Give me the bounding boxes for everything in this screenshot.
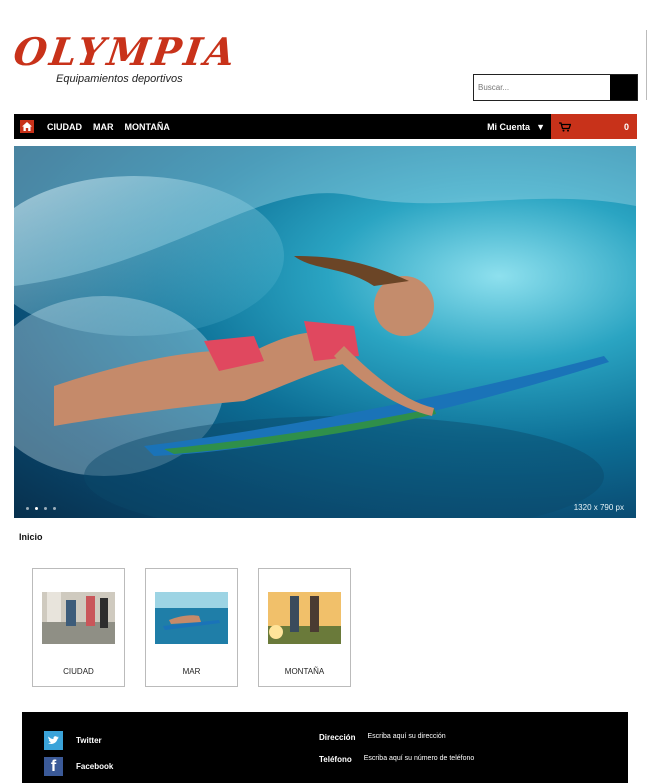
image-dimensions-label: 1320 x 790 px xyxy=(573,503,624,512)
cart-count: 0 xyxy=(623,121,629,132)
social-label-twitter: Twitter xyxy=(76,736,102,745)
home-icon xyxy=(20,120,34,133)
address-label: Dirección xyxy=(319,733,356,742)
category-image-ciudad xyxy=(42,592,115,644)
category-card-montana[interactable]: MONTAÑA xyxy=(258,568,351,687)
slider-dots xyxy=(26,507,56,510)
category-label: CIUDAD xyxy=(63,667,94,676)
twitter-icon xyxy=(44,731,63,750)
category-label: MONTAÑA xyxy=(284,667,325,676)
logo-tagline: Equipamientos deportivos xyxy=(56,73,183,85)
divider-line xyxy=(646,30,647,100)
category-card-mar[interactable]: MAR xyxy=(145,568,238,687)
footer-phone: Teléfono Escriba aquí su número de teléf… xyxy=(319,755,474,764)
logo-text: OLYMPIA xyxy=(10,29,241,74)
hero-slider[interactable]: 1320 x 790 px xyxy=(14,146,636,518)
social-link-facebook[interactable]: f Facebook xyxy=(44,757,113,776)
breadcrumb[interactable]: Inicio xyxy=(19,532,43,542)
nav-item-ciudad[interactable]: CIUDAD xyxy=(47,122,82,132)
search-box xyxy=(473,74,638,101)
social-label-facebook: Facebook xyxy=(76,762,114,771)
nav-item-montana[interactable]: MONTAÑA xyxy=(125,122,170,132)
search-button[interactable] xyxy=(610,75,637,100)
cart-icon xyxy=(559,121,571,132)
search-input[interactable] xyxy=(474,75,610,100)
account-menu[interactable]: Mi Cuenta ▼ xyxy=(487,122,545,132)
chevron-down-icon: ▼ xyxy=(536,121,545,132)
slider-dot[interactable] xyxy=(26,507,29,510)
slider-dot[interactable] xyxy=(53,507,56,510)
cart-button[interactable]: 0 xyxy=(551,114,637,139)
slider-dot[interactable] xyxy=(35,507,38,510)
main-nav: CIUDAD MAR MONTAÑA Mi Cuenta ▼ 0 xyxy=(14,114,637,139)
home-button[interactable] xyxy=(14,114,40,139)
footer-address: Dirección Escriba aquí su dirección xyxy=(319,733,446,742)
logo[interactable]: OLYMPIA Equipamientos deportivos xyxy=(11,29,241,90)
nav-item-mar[interactable]: MAR xyxy=(93,122,114,132)
phone-value: Escriba aquí su número de teléfono xyxy=(363,755,475,762)
category-card-ciudad[interactable]: CIUDAD xyxy=(32,568,125,687)
category-label: MAR xyxy=(182,667,201,676)
category-image-montana xyxy=(268,592,341,644)
slider-dot[interactable] xyxy=(44,507,47,510)
social-link-twitter[interactable]: Twitter xyxy=(44,731,102,750)
category-cards: CIUDAD MAR MONTAÑA xyxy=(32,568,351,687)
footer: Twitter f Facebook Dirección Escriba aqu… xyxy=(22,712,628,783)
hero-image-surfer xyxy=(14,146,636,518)
account-label: Mi Cuenta xyxy=(487,121,531,132)
facebook-icon: f xyxy=(44,757,63,776)
address-value: Escriba aquí su dirección xyxy=(367,733,446,740)
phone-label: Teléfono xyxy=(319,755,352,764)
category-image-mar xyxy=(155,592,228,644)
